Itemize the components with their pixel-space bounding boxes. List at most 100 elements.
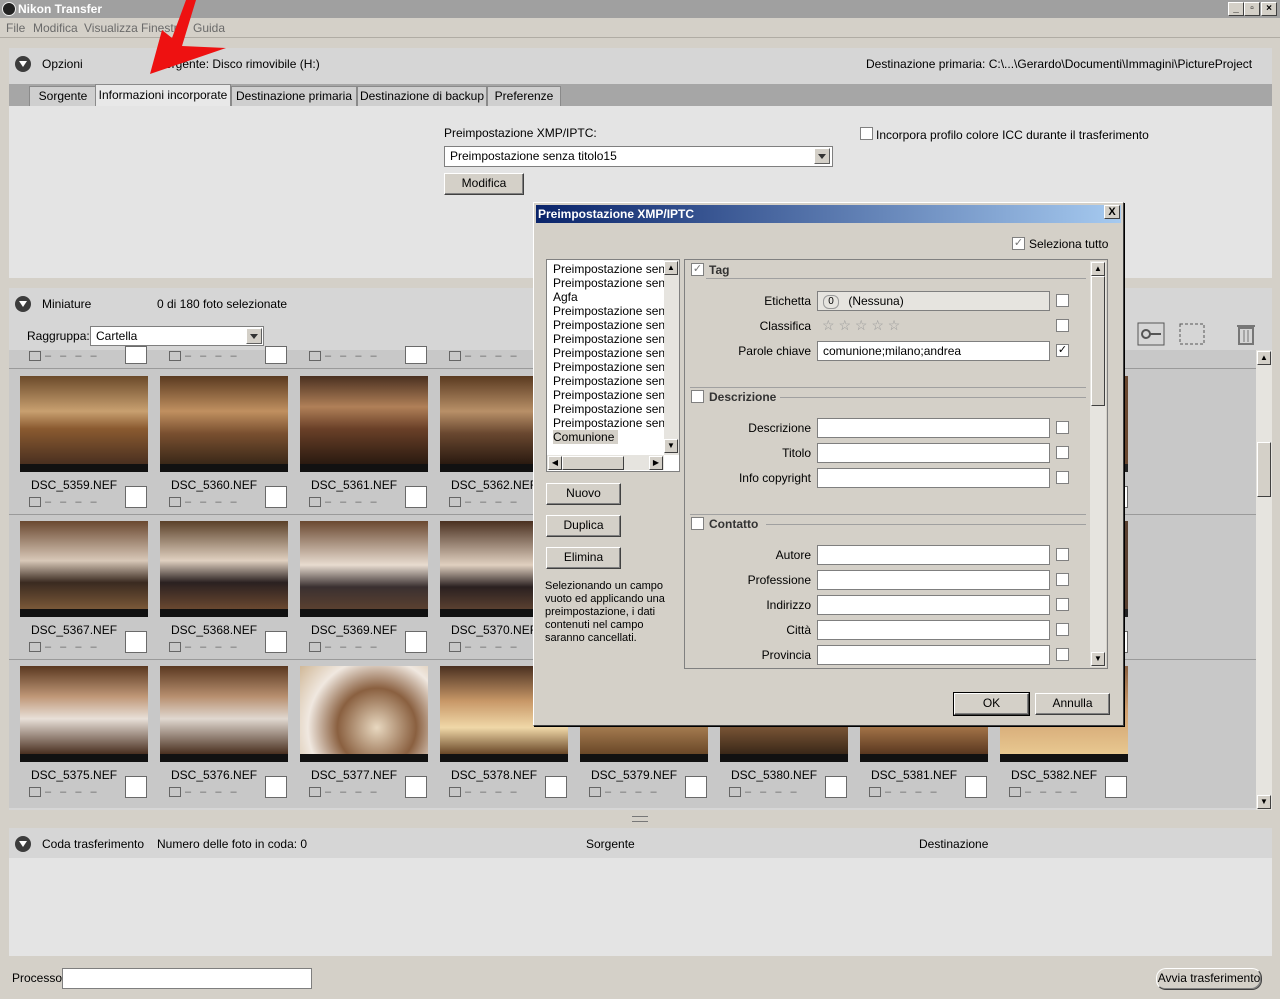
thumbnail-image[interactable] xyxy=(440,376,534,472)
select-checkbox[interactable] xyxy=(125,631,147,653)
list-item-selected[interactable]: Comunione xyxy=(553,430,619,444)
copyright-checkbox[interactable] xyxy=(1056,471,1069,484)
description-input[interactable] xyxy=(817,418,1050,438)
rating-stars[interactable]: ☆ ☆ ☆ ☆ ☆ xyxy=(822,317,900,334)
contact-section-checkbox[interactable] xyxy=(691,517,704,530)
select-checkbox[interactable] xyxy=(265,776,287,798)
list-item[interactable]: Preimpostazione senza xyxy=(553,388,678,402)
list-item[interactable]: Preimpostazione senza xyxy=(553,262,678,276)
select-checkbox[interactable] xyxy=(265,486,287,508)
thumbnail-image[interactable] xyxy=(300,666,428,762)
queue-collapse-icon[interactable] xyxy=(15,836,31,852)
list-item[interactable]: Preimpostazione senza xyxy=(553,318,678,332)
rating-checkbox[interactable] xyxy=(1056,319,1069,332)
description-section-checkbox[interactable] xyxy=(691,390,704,403)
select-checkbox[interactable] xyxy=(265,631,287,653)
thumbnail-image[interactable] xyxy=(160,521,288,617)
group-select[interactable]: Cartella xyxy=(90,326,264,346)
select-checkbox[interactable] xyxy=(125,486,147,508)
thumbnail-image[interactable] xyxy=(440,521,534,617)
select-checkbox[interactable] xyxy=(405,776,427,798)
tab-destinazione-primaria[interactable]: Destinazione primaria xyxy=(231,86,357,106)
thumbnail-image[interactable] xyxy=(300,376,428,472)
list-item[interactable]: Preimpostazione senza xyxy=(553,402,678,416)
cancel-button[interactable]: Annulla xyxy=(1035,693,1110,715)
address-input[interactable] xyxy=(817,595,1050,615)
scroll-right-icon[interactable]: ▶ xyxy=(649,456,663,470)
preset-select[interactable]: Preimpostazione senza titolo15 xyxy=(444,146,833,167)
profession-checkbox[interactable] xyxy=(1056,573,1069,586)
list-item[interactable]: Preimpostazione senza xyxy=(553,332,678,346)
scroll-down-icon[interactable]: ▼ xyxy=(1257,795,1271,809)
menu-visualizza[interactable]: Visualizza xyxy=(84,21,138,35)
select-checkbox[interactable] xyxy=(125,346,147,364)
city-input[interactable] xyxy=(817,620,1050,640)
dialog-close-button[interactable]: X xyxy=(1104,205,1120,219)
trash-icon[interactable] xyxy=(1234,322,1258,346)
select-checkbox[interactable] xyxy=(685,776,707,798)
scroll-up-icon[interactable]: ▲ xyxy=(664,261,678,275)
thumbnail-image[interactable] xyxy=(1124,376,1128,472)
menu-modifica[interactable]: Modifica xyxy=(33,21,78,35)
tab-destinazione-backup[interactable]: Destinazione di backup xyxy=(357,86,487,106)
select-checkbox[interactable] xyxy=(405,346,427,364)
list-item[interactable]: Preimpostazione senza xyxy=(553,416,678,430)
restore-button[interactable]: ▫ xyxy=(1244,2,1260,16)
keywords-checkbox[interactable]: ✓ xyxy=(1056,344,1069,357)
select-checkbox[interactable] xyxy=(825,776,847,798)
list-item[interactable]: Agfa xyxy=(553,290,578,304)
province-checkbox[interactable] xyxy=(1056,648,1069,661)
close-button[interactable]: × xyxy=(1261,2,1277,16)
chevron-down-icon[interactable] xyxy=(246,328,262,344)
tab-informazioni-incorporate[interactable]: Informazioni incorporate xyxy=(95,84,231,106)
select-checkbox[interactable] xyxy=(1124,631,1128,653)
list-item[interactable]: Preimpostazione senza xyxy=(553,360,678,374)
icc-checkbox[interactable] xyxy=(860,127,873,140)
delete-preset-button[interactable]: Elimina xyxy=(546,547,621,569)
city-checkbox[interactable] xyxy=(1056,623,1069,636)
ok-button[interactable]: OK xyxy=(953,692,1030,716)
label-checkbox[interactable] xyxy=(1056,294,1069,307)
minimize-button[interactable]: _ xyxy=(1228,2,1244,16)
options-collapse-icon[interactable] xyxy=(15,56,31,72)
tab-sorgente[interactable]: Sorgente xyxy=(29,86,97,106)
new-preset-button[interactable]: Nuovo xyxy=(546,483,621,505)
scroll-down-icon[interactable]: ▼ xyxy=(664,439,678,453)
author-input[interactable] xyxy=(817,545,1050,565)
scroll-thumb[interactable] xyxy=(1257,442,1271,497)
select-checkbox[interactable] xyxy=(545,776,567,798)
thumbnail-image[interactable] xyxy=(20,521,148,617)
protect-key-icon[interactable] xyxy=(1137,322,1165,346)
hscroll-thumb[interactable] xyxy=(562,456,624,470)
thumbnail-image[interactable] xyxy=(20,666,148,762)
list-item[interactable]: Preimpostazione senza xyxy=(553,304,678,318)
preset-list[interactable]: Preimpostazione senza Preimpostazione se… xyxy=(546,259,680,472)
tab-preferenze[interactable]: Preferenze xyxy=(487,86,561,106)
select-checkbox[interactable] xyxy=(405,486,427,508)
edit-preset-button[interactable]: Modifica xyxy=(444,173,524,195)
thumbnail-image[interactable] xyxy=(160,666,288,762)
duplicate-preset-button[interactable]: Duplica xyxy=(546,515,621,537)
title-checkbox[interactable] xyxy=(1056,446,1069,459)
menu-file[interactable]: File xyxy=(6,21,25,35)
select-checkbox[interactable] xyxy=(1105,776,1127,798)
copyright-input[interactable] xyxy=(817,468,1050,488)
thumbnail-image[interactable] xyxy=(1124,521,1128,617)
thumbnails-scrollbar[interactable] xyxy=(1256,350,1272,810)
list-item[interactable]: Preimpostazione senza xyxy=(553,374,678,388)
author-checkbox[interactable] xyxy=(1056,548,1069,561)
select-checkbox[interactable] xyxy=(125,776,147,798)
thumbnail-image[interactable] xyxy=(300,521,428,617)
form-scroll-thumb[interactable] xyxy=(1091,276,1105,406)
splitter-handle[interactable] xyxy=(632,816,648,822)
start-transfer-button[interactable]: Avvia trasferimento xyxy=(1156,968,1262,990)
profession-input[interactable] xyxy=(817,570,1050,590)
select-checkbox[interactable] xyxy=(965,776,987,798)
list-item[interactable]: Preimpostazione senza xyxy=(553,276,678,290)
keywords-input[interactable]: comunione;milano;andrea xyxy=(817,341,1050,361)
scroll-down-icon[interactable]: ▼ xyxy=(1091,652,1105,666)
description-checkbox[interactable] xyxy=(1056,421,1069,434)
thumbnails-collapse-icon[interactable] xyxy=(15,296,31,312)
province-input[interactable] xyxy=(817,645,1050,665)
title-input[interactable] xyxy=(817,443,1050,463)
